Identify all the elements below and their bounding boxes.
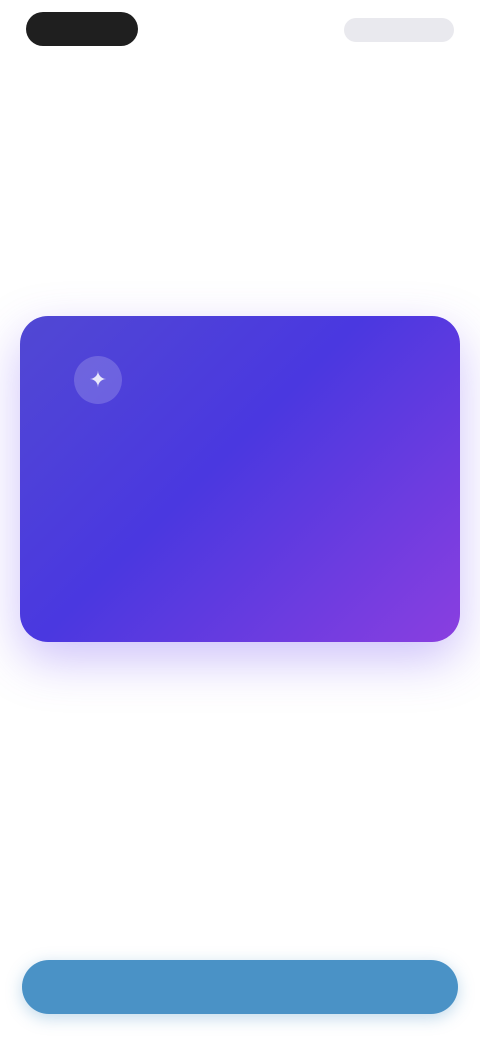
continue-button[interactable] [22, 960, 458, 1014]
card-description [64, 538, 432, 582]
feature-card: ✦ [20, 316, 460, 642]
header-action-pill[interactable] [344, 18, 454, 42]
card-title [64, 460, 432, 524]
onboarding-screen: ✦ [0, 0, 480, 1040]
status-pill [26, 12, 138, 46]
sparkle-icon: ✦ [74, 356, 122, 404]
card-eyebrow [64, 432, 432, 448]
